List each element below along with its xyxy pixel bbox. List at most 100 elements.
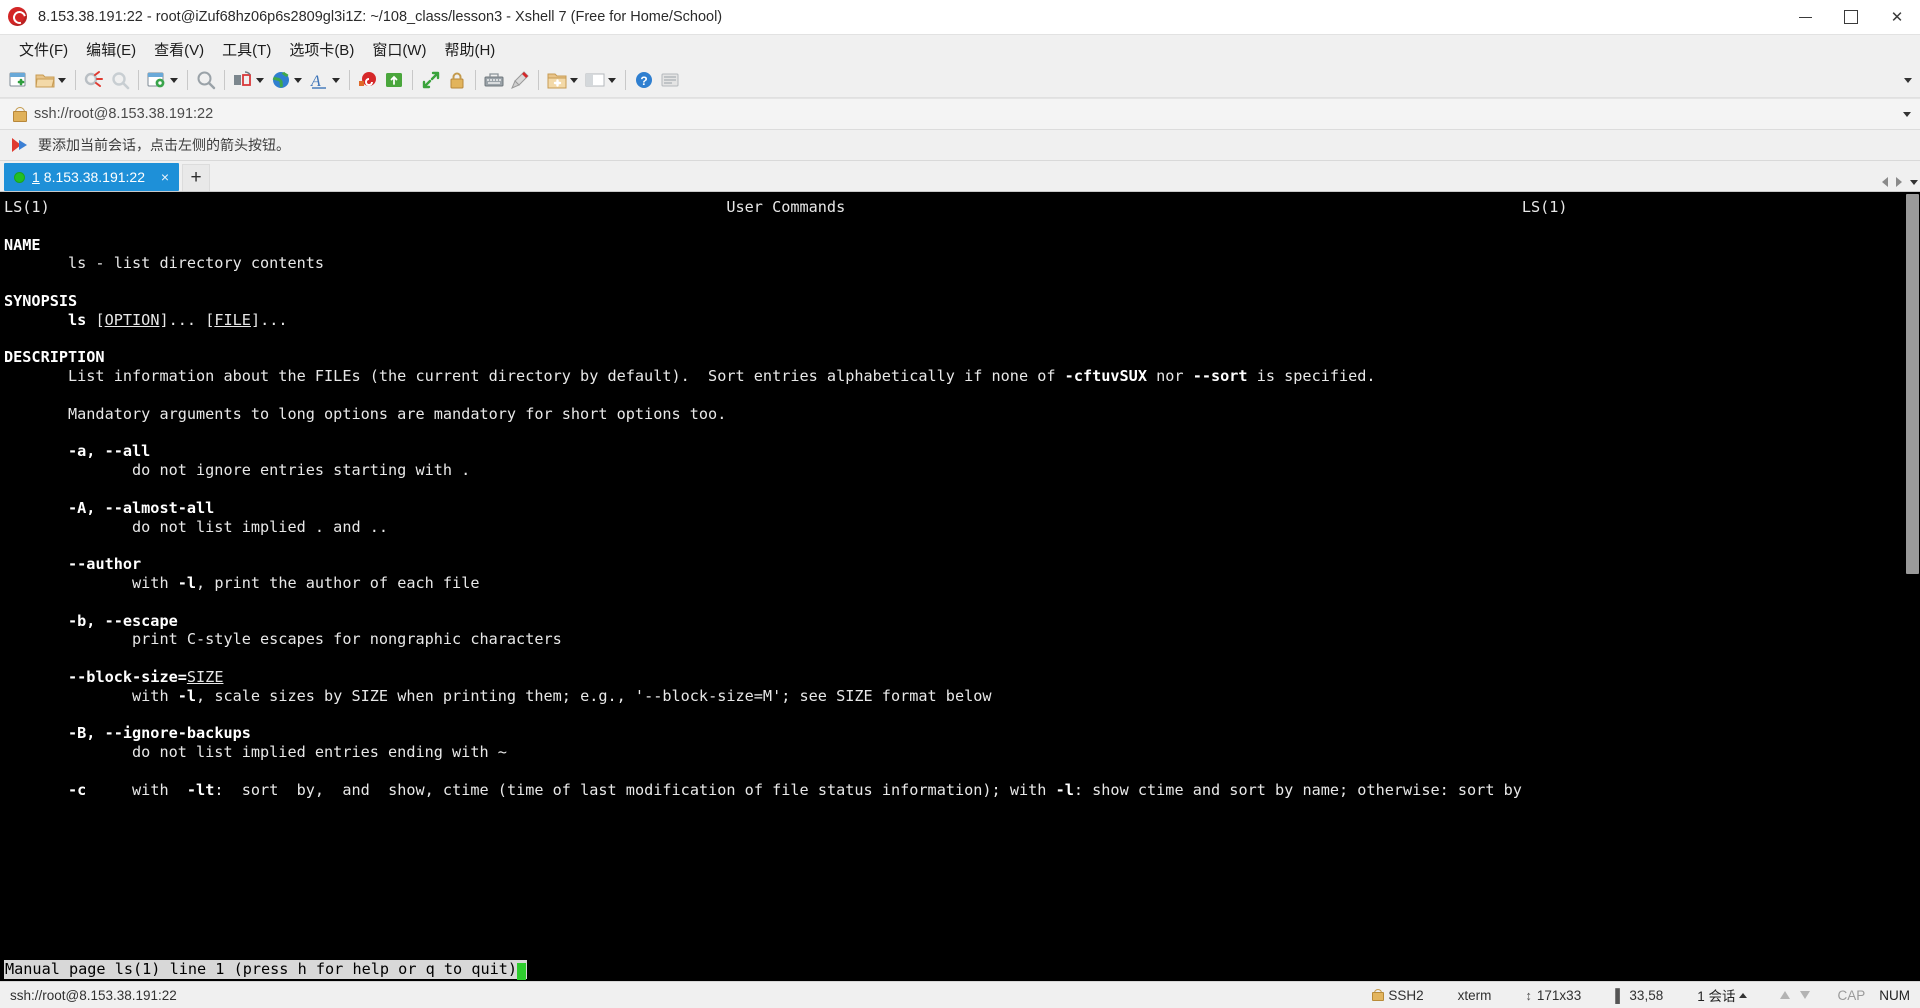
globe-dropdown[interactable]	[294, 77, 302, 83]
title-bar: 8.153.38.191:22 - root@iZuf68hz06p6s2809…	[0, 0, 1920, 35]
font-button[interactable]: A	[306, 65, 344, 95]
compose-icon	[359, 72, 376, 86]
find-icon	[197, 71, 216, 90]
new-session-button[interactable]	[6, 65, 32, 95]
font-dropdown[interactable]	[332, 77, 340, 83]
menu-window[interactable]: 窗口(W)	[363, 36, 435, 63]
new-folder-dropdown[interactable]	[570, 77, 578, 83]
arrange-dropdown[interactable]	[608, 77, 616, 83]
toolbar-overflow-button[interactable]	[1900, 63, 1916, 97]
tab-session-1[interactable]: 1 8.153.38.191:22 ×	[4, 163, 180, 191]
open-session-dropdown[interactable]	[58, 77, 66, 83]
menu-help[interactable]: 帮助(H)	[435, 36, 504, 63]
terminal-area[interactable]: LS(1) User Commands LS(1) NAME ls - list…	[0, 192, 1920, 981]
toolbar-separator	[625, 70, 626, 90]
arrange-icon	[585, 73, 605, 87]
new-tab-button[interactable]: +	[182, 164, 211, 191]
keyboard-button[interactable]	[481, 65, 507, 95]
new-folder-button[interactable]	[544, 65, 582, 95]
layout-dropdown[interactable]	[256, 77, 264, 83]
arrow-down-icon	[1800, 991, 1811, 999]
status-size: ↕ 171x33	[1525, 988, 1581, 1003]
session-properties-dropdown[interactable]	[170, 77, 178, 83]
notes-icon	[661, 73, 679, 87]
maximize-button[interactable]	[1828, 0, 1874, 34]
sessions-caret-icon[interactable]	[1739, 992, 1748, 998]
less-status-prompt: Manual page ls(1) line 1 (press h for he…	[4, 960, 528, 980]
notes-button[interactable]	[657, 65, 683, 95]
chevron-left-icon[interactable]	[1882, 177, 1888, 187]
menu-bar: 文件(F) 编辑(E) 查看(V) 工具(T) 选项卡(B) 窗口(W) 帮助(…	[0, 35, 1920, 63]
toolbar-separator	[538, 70, 539, 90]
status-caps-lock: CAP	[1837, 987, 1866, 1003]
lock-icon	[1372, 989, 1385, 1001]
tab-close-button[interactable]: ×	[157, 169, 173, 185]
help-button[interactable]: ?	[631, 65, 657, 95]
status-cursor-label: 33,58	[1629, 987, 1664, 1003]
connection-status-icon	[14, 171, 25, 183]
font-icon: A	[310, 73, 326, 90]
tab-menu-icon[interactable]	[1910, 179, 1918, 185]
toolbar-separator	[138, 70, 139, 90]
resize-icon: ↕	[1525, 987, 1532, 1003]
session-properties-button[interactable]	[144, 65, 182, 95]
terminal-output[interactable]: LS(1) User Commands LS(1) NAME ls - list…	[0, 192, 1904, 981]
highlight-button[interactable]	[507, 65, 533, 95]
notice-text: 要添加当前会话，点击左侧的箭头按钮。	[38, 137, 290, 153]
status-protocol: SSH2	[1372, 987, 1424, 1003]
menu-edit[interactable]: 编辑(E)	[77, 36, 145, 63]
toolbar-separator	[187, 70, 188, 90]
menu-tabs[interactable]: 选项卡(B)	[280, 36, 363, 63]
position-icon: ▌	[1615, 987, 1625, 1003]
session-properties-icon	[147, 72, 165, 88]
terminal-scrollbar[interactable]	[1904, 192, 1920, 981]
lock-screen-icon	[450, 72, 464, 89]
address-input[interactable]: ssh://root@8.153.38.191:22	[34, 106, 1894, 122]
open-session-button[interactable]	[32, 65, 70, 95]
globe-button[interactable]	[268, 65, 306, 95]
chevron-down-icon	[1903, 111, 1911, 117]
ssh-key-icon	[386, 73, 402, 87]
arrange-button[interactable]	[582, 65, 620, 95]
scrollbar-thumb[interactable]	[1906, 194, 1919, 574]
tab-label: 8.153.38.191:22	[43, 169, 146, 185]
menu-view[interactable]: 查看(V)	[145, 36, 213, 63]
minimize-button[interactable]	[1782, 0, 1828, 34]
new-folder-icon	[547, 73, 567, 89]
status-sessions[interactable]: 1 会话	[1697, 985, 1735, 1005]
transfer-file-button[interactable]	[418, 65, 444, 95]
address-dropdown-button[interactable]	[1894, 99, 1920, 129]
layout-button[interactable]	[230, 65, 268, 95]
menu-tools[interactable]: 工具(T)	[213, 36, 280, 63]
lock-screen-button[interactable]	[444, 65, 470, 95]
disconnect-button[interactable]	[81, 65, 107, 95]
status-indicators: SSH2 xterm ↕ 171x33 ▌ 33,58 1 会话 CAP NUM	[1372, 985, 1920, 1005]
chevron-right-icon[interactable]	[1896, 177, 1902, 187]
status-size-label: 171x33	[1536, 987, 1582, 1003]
tab-bar: 1 8.153.38.191:22 × +	[0, 161, 1920, 192]
toolbar-separator	[475, 70, 476, 90]
status-num-lock: NUM	[1879, 987, 1910, 1003]
toolbar-separator	[349, 70, 350, 90]
status-cursor-position: ▌ 33,58	[1615, 988, 1663, 1003]
find-button[interactable]	[193, 65, 219, 95]
less-status-text: Manual page ls(1) line 1 (press h for he…	[5, 960, 518, 978]
tab-number: 1	[32, 169, 40, 185]
chevron-down-icon	[1904, 77, 1912, 83]
new-session-icon	[9, 72, 26, 87]
menu-file[interactable]: 文件(F)	[10, 36, 77, 63]
svg-text:?: ?	[640, 74, 647, 88]
ssh-key-button[interactable]	[381, 65, 407, 95]
tab-bar-controls	[1882, 177, 1918, 187]
reconnect-button[interactable]	[107, 65, 133, 95]
toolbar: A ?	[0, 63, 1920, 98]
status-connection: ssh://root@8.153.38.191:22	[10, 987, 177, 1003]
globe-icon	[272, 71, 289, 88]
block-cursor-icon	[517, 963, 527, 980]
open-session-icon	[35, 74, 55, 88]
compose-button[interactable]	[355, 65, 381, 95]
status-protocol-label: SSH2	[1388, 987, 1424, 1003]
address-bar[interactable]: ssh://root@8.153.38.191:22	[0, 98, 1920, 130]
close-button[interactable]: ✕	[1874, 0, 1920, 34]
help-icon: ?	[636, 72, 652, 88]
